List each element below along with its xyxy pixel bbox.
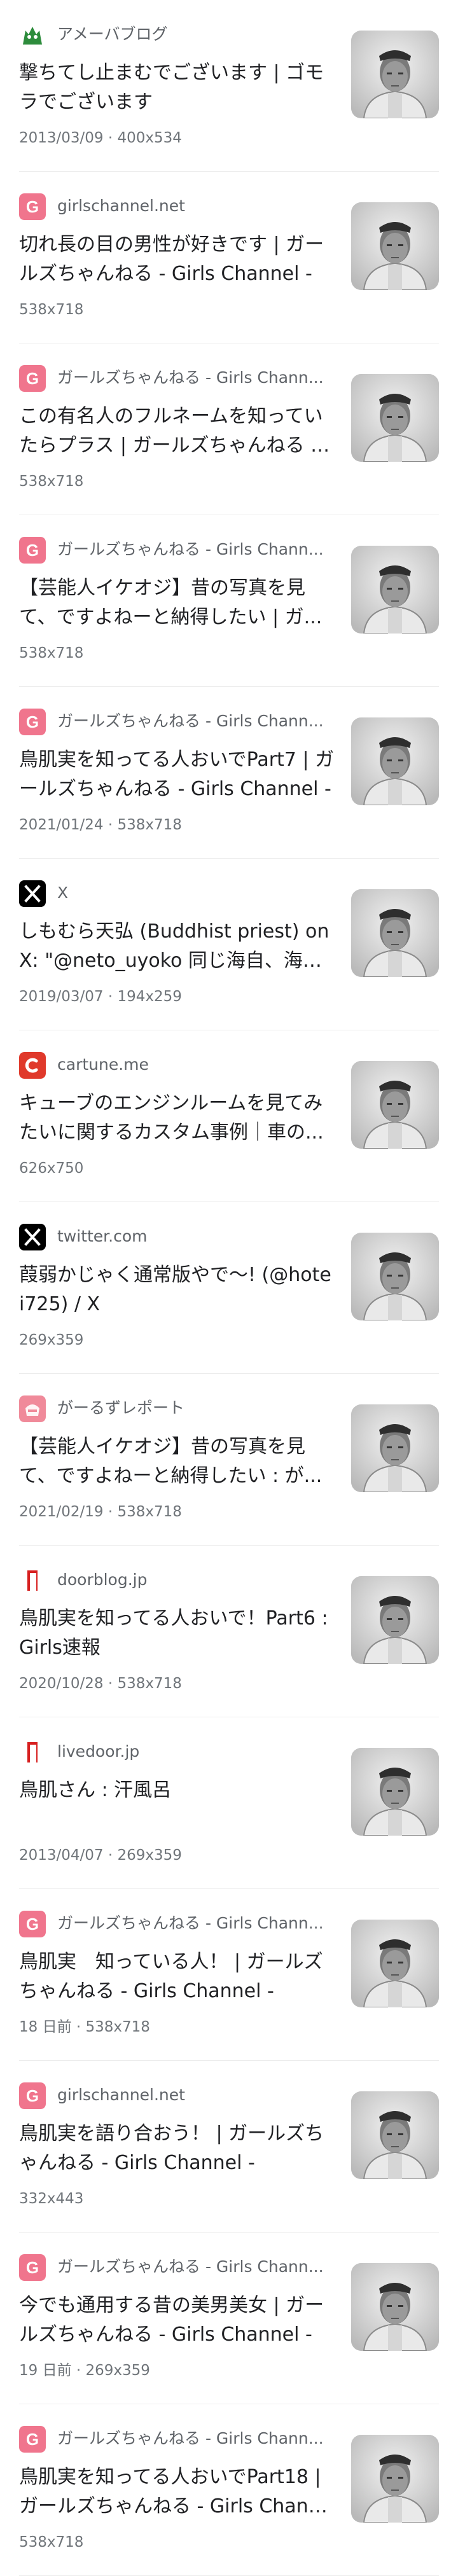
portrait-image[interactable] — [351, 717, 439, 805]
svg-text:G: G — [26, 369, 39, 388]
girlschannel-icon: G — [19, 365, 46, 392]
result-title[interactable]: 鳥肌実 知っている人！ | ガールズちゃんねる - Girls Channel … — [19, 1948, 335, 2006]
result-meta: 538x718 — [19, 301, 84, 318]
livedoor-icon — [19, 1739, 46, 1766]
portrait-image[interactable] — [351, 1233, 439, 1320]
result-item[interactable]: doorblog.jp 鳥肌実を知ってる人おいで！Part6 : Girls速報… — [0, 1546, 458, 1717]
result-item[interactable]: G ガールズちゃんねる - Girls Chann... 鳥肌実を知ってる人おい… — [0, 687, 458, 859]
result-title[interactable]: 鳥肌実を知ってる人おいでPart7 | ガールズちゃんねる - Girls Ch… — [19, 745, 335, 804]
result-meta: 332x443 — [19, 2191, 84, 2207]
result-title[interactable]: 鳥肌実を知ってる人おいで！Part6 : Girls速報 — [19, 1604, 335, 1663]
result-meta: 2019/03/07 · 194x259 — [19, 988, 182, 1005]
result-meta: 19 日前 · 269x359 — [19, 2362, 150, 2379]
portrait-image[interactable] — [351, 2435, 439, 2523]
result-meta: 2020/10/28 · 538x718 — [19, 1675, 182, 1692]
girlschannel-icon: G — [19, 2254, 46, 2281]
result-title[interactable]: 【芸能人イケオジ】昔の写真を見て、ですよねーと納得したい | ガ... — [19, 574, 335, 632]
result-source: ガールズちゃんねる - Girls Chann... — [57, 2429, 324, 2448]
girlsreport-icon — [19, 1395, 46, 1422]
x-icon — [19, 1224, 46, 1250]
result-title[interactable]: 切れ長の目の男性が好きです | ガールズちゃんねる - Girls Channe… — [19, 230, 335, 289]
result-source: ガールズちゃんねる - Girls Chann... — [57, 712, 324, 730]
cartune-icon — [19, 1052, 46, 1079]
svg-text:G: G — [26, 541, 39, 560]
svg-text:G: G — [26, 2086, 39, 2105]
result-meta: 626x750 — [19, 1160, 84, 1177]
result-item[interactable]: cartune.me キューブのエンジンルームを見てみたいに関するカスタム事例｜… — [0, 1030, 458, 1202]
result-item[interactable]: livedoor.jp 鳥肌さん : 汗風呂 2013/04/07 · 269x… — [0, 1717, 458, 1889]
result-item[interactable]: X しもむら天弘 (Buddhist priest) on X: "@neto_… — [0, 859, 458, 1030]
svg-text:G: G — [26, 2430, 39, 2449]
svg-text:G: G — [26, 2258, 39, 2277]
result-item[interactable]: アメーバブログ 撃ちてし止まむでございます | ゴモラでございます 2013/0… — [0, 0, 458, 172]
girlschannel-icon: G — [19, 537, 46, 564]
result-meta: 2013/04/07 · 269x359 — [19, 1847, 182, 1864]
result-item[interactable]: G ガールズちゃんねる - Girls Chann... 今でも通用する昔の美男… — [0, 2233, 458, 2404]
result-source: ガールズちゃんねる - Girls Chann... — [57, 540, 324, 558]
result-item[interactable]: がーるずレポート 【芸能人イケオジ】昔の写真を見て、ですよねーと納得したい : … — [0, 1374, 458, 1546]
image-search-results: アメーバブログ 撃ちてし止まむでございます | ゴモラでございます 2013/0… — [0, 0, 458, 2576]
result-source: doorblog.jp — [57, 1570, 148, 1589]
result-title[interactable]: しもむら天弘 (Buddhist priest) on X: "@neto_uy… — [19, 917, 335, 976]
portrait-image[interactable] — [351, 2263, 439, 2351]
svg-text:G: G — [26, 1915, 39, 1934]
result-meta: 18 日前 · 538x718 — [19, 2019, 150, 2035]
result-meta: 2021/02/19 · 538x718 — [19, 1504, 182, 1520]
result-title[interactable]: 鳥肌さん : 汗風呂 — [19, 1776, 335, 1805]
result-source: ガールズちゃんねる - Girls Chann... — [57, 2257, 324, 2276]
portrait-image[interactable] — [351, 1404, 439, 1492]
result-source: cartune.me — [57, 1055, 149, 1074]
result-item[interactable]: G ガールズちゃんねる - Girls Chann... 鳥肌実 知っている人！… — [0, 1889, 458, 2061]
result-item[interactable]: G ガールズちゃんねる - Girls Chann... 鳥肌実を知ってる人おい… — [0, 2404, 458, 2576]
result-title[interactable]: 撃ちてし止まむでございます | ゴモラでございます — [19, 59, 335, 117]
result-meta: 2021/01/24 · 538x718 — [19, 817, 182, 833]
result-title[interactable]: 鳥肌実を語り合おう！ | ガールズちゃんねる - Girls Channel - — [19, 2119, 335, 2178]
result-item[interactable]: G girlschannel.net 切れ長の目の男性が好きです | ガールズち… — [0, 172, 458, 343]
portrait-image[interactable] — [351, 1920, 439, 2007]
svg-text:G: G — [26, 197, 39, 216]
result-title[interactable]: 【芸能人イケオジ】昔の写真を見て、ですよねーと納得したい : が... — [19, 1432, 335, 1491]
result-source: livedoor.jp — [57, 1742, 140, 1761]
livedoor-icon — [19, 1567, 46, 1594]
portrait-image[interactable] — [351, 1576, 439, 1664]
portrait-image[interactable] — [351, 546, 439, 634]
girlschannel-icon: G — [19, 2082, 46, 2109]
svg-text:G: G — [26, 712, 39, 731]
girlschannel-icon: G — [19, 709, 46, 735]
result-item[interactable]: twitter.com 葭弱かじゃく通常版やで〜! (@hotei725) / … — [0, 1202, 458, 1374]
result-title[interactable]: 鳥肌実を知ってる人おいでPart18 | ガールズちゃんねる - Girls C… — [19, 2463, 335, 2521]
result-title[interactable]: 今でも通用する昔の美男美女 | ガールズちゃんねる - Girls Channe… — [19, 2291, 335, 2350]
result-meta: 269x359 — [19, 1332, 84, 1348]
girlschannel-icon: G — [19, 193, 46, 220]
portrait-image[interactable] — [351, 2091, 439, 2179]
result-source: twitter.com — [57, 1227, 148, 1245]
result-item[interactable]: G ガールズちゃんねる - Girls Chann... この有名人のフルネーム… — [0, 343, 458, 515]
result-title[interactable]: キューブのエンジンルームを見てみたいに関するカスタム事例｜車の... — [19, 1089, 335, 1147]
portrait-image[interactable] — [351, 202, 439, 290]
result-source: girlschannel.net — [57, 197, 185, 215]
result-title[interactable]: 葭弱かじゃく通常版やで〜! (@hotei725) / X — [19, 1261, 335, 1319]
portrait-image[interactable] — [351, 1748, 439, 1836]
portrait-image[interactable] — [351, 31, 439, 118]
result-meta: 2013/03/09 · 400x534 — [19, 130, 182, 146]
girlschannel-icon: G — [19, 1911, 46, 1937]
portrait-image[interactable] — [351, 374, 439, 462]
result-item[interactable]: G ガールズちゃんねる - Girls Chann... 【芸能人イケオジ】昔の… — [0, 515, 458, 687]
result-source: ガールズちゃんねる - Girls Chann... — [57, 1914, 324, 1932]
portrait-image[interactable] — [351, 889, 439, 977]
portrait-image[interactable] — [351, 1061, 439, 1149]
result-source: X — [57, 883, 69, 902]
result-meta: 538x718 — [19, 2534, 84, 2551]
girlschannel-icon: G — [19, 2426, 46, 2453]
ameba-icon — [19, 22, 46, 48]
result-source: がーるずレポート — [57, 1399, 185, 1417]
result-meta: 538x718 — [19, 473, 84, 490]
result-source: girlschannel.net — [57, 2086, 185, 2104]
result-meta: 538x718 — [19, 645, 84, 661]
result-source: ガールズちゃんねる - Girls Chann... — [57, 368, 324, 387]
result-source: アメーバブログ — [57, 25, 168, 43]
result-item[interactable]: G girlschannel.net 鳥肌実を語り合おう！ | ガールズちゃんね… — [0, 2061, 458, 2233]
result-title[interactable]: この有名人のフルネームを知っていたらプラス | ガールズちゃんねる - ... — [19, 402, 335, 460]
x-icon — [19, 880, 46, 907]
